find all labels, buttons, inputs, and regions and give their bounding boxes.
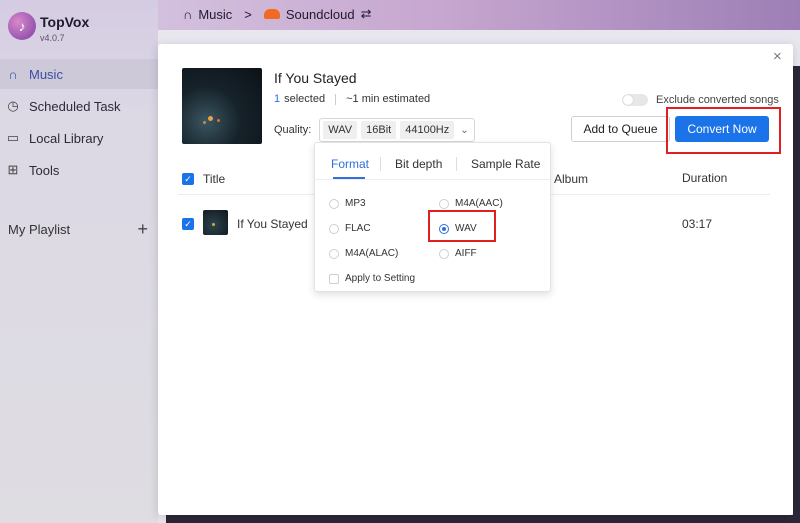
convert-dialog: × If You Stayed 1 selected ~1 min estima… xyxy=(158,44,793,515)
highlight-box xyxy=(428,210,496,242)
app-name: TopVox xyxy=(40,14,90,30)
clock-icon: ◷ xyxy=(7,98,19,113)
add-playlist-button[interactable]: + xyxy=(137,220,148,238)
row-duration: 03:17 xyxy=(682,217,713,231)
breadcrumb-source: Soundcloud xyxy=(285,6,355,22)
headphones-icon: ∩ xyxy=(8,66,18,82)
radio-button[interactable] xyxy=(439,198,449,209)
format-option-m4a-alac[interactable]: M4A(ALAC) xyxy=(329,248,398,259)
sidebar: ♪ TopVox v4.0.7 ∩ Music ◷ Scheduled Task… xyxy=(0,0,158,523)
my-playlist-section: My Playlist + xyxy=(8,220,148,238)
chevron-down-icon[interactable]: ⌄ xyxy=(458,125,470,136)
app-version: v4.0.7 xyxy=(40,33,65,43)
sidebar-item-tools[interactable]: ⊞ Tools xyxy=(0,155,158,185)
sidebar-item-label: Scheduled Task xyxy=(29,98,121,114)
apply-checkbox[interactable] xyxy=(329,273,339,284)
close-icon[interactable]: × xyxy=(773,48,782,65)
radio-button[interactable] xyxy=(329,223,339,234)
divider xyxy=(335,93,337,105)
column-album: Album xyxy=(554,172,589,186)
grid-icon: ⊞ xyxy=(7,162,19,177)
sidebar-item-label: Tools xyxy=(29,162,60,178)
format-option-aiff[interactable]: AIFF xyxy=(439,248,477,259)
format-option-mp3[interactable]: MP3 xyxy=(329,198,366,209)
sidebar-item-label: Music xyxy=(29,66,63,82)
sidebar-item-music[interactable]: ∩ Music xyxy=(0,59,158,89)
sidebar-item-scheduled-task[interactable]: ◷ Scheduled Task xyxy=(0,91,158,121)
format-option-flac[interactable]: FLAC xyxy=(329,223,371,234)
row-checkbox[interactable]: ✓ xyxy=(182,218,194,230)
row-cover xyxy=(203,210,228,235)
exclude-label: Exclude converted songs xyxy=(656,94,779,106)
tab-divider-line xyxy=(315,179,550,180)
selected-label: selected xyxy=(284,93,326,105)
tab-sample-rate[interactable]: Sample Rate xyxy=(471,157,540,171)
format-option-m4a-aac[interactable]: M4A(AAC) xyxy=(439,198,503,209)
background-panel-bottom xyxy=(166,515,800,523)
samplerate-chip: 44100Hz xyxy=(400,121,455,139)
select-all-checkbox[interactable]: ✓ xyxy=(182,173,194,185)
song-title: If You Stayed xyxy=(274,70,357,86)
apply-to-setting[interactable]: Apply to Setting xyxy=(329,273,415,284)
album-cover xyxy=(182,68,262,144)
tab-divider xyxy=(456,157,457,171)
exclude-converted: Exclude converted songs xyxy=(622,94,779,106)
row-title: If You Stayed xyxy=(237,217,308,231)
breadcrumb-music[interactable]: Music xyxy=(198,7,232,22)
chevron-right-icon: > xyxy=(244,6,252,22)
add-to-queue-button[interactable]: Add to Queue xyxy=(571,116,670,142)
quality-label: Quality: xyxy=(274,124,312,136)
format-chip: WAV xyxy=(323,121,358,139)
time-estimate: ~1 min estimated xyxy=(346,93,431,105)
soundcloud-icon xyxy=(263,9,280,19)
switch-source-icon[interactable]: ⇄ xyxy=(361,6,372,22)
tab-bit-depth[interactable]: Bit depth xyxy=(395,157,442,171)
format-label: MP3 xyxy=(345,198,366,209)
quality-row: Quality: WAV 16Bit 44100Hz ⌄ xyxy=(274,118,475,142)
highlight-box xyxy=(666,107,781,154)
tab-divider xyxy=(380,157,381,171)
radio-button[interactable] xyxy=(329,198,339,209)
exclude-toggle[interactable] xyxy=(622,94,648,106)
headphones-icon: ∩ xyxy=(183,6,193,22)
folder-icon: ▭ xyxy=(6,130,20,145)
sidebar-item-label: Local Library xyxy=(29,130,104,146)
format-label: M4A(ALAC) xyxy=(345,248,399,259)
breadcrumb: ∩ Music > Soundcloud ⇄ xyxy=(183,6,371,22)
format-label: AIFF xyxy=(455,248,477,259)
app-logo-icon: ♪ xyxy=(8,12,36,40)
bitdepth-chip: 16Bit xyxy=(361,121,397,139)
sidebar-item-local-library[interactable]: ▭ Local Library xyxy=(0,123,158,153)
background-panel xyxy=(793,66,800,523)
format-label: M4A(AAC) xyxy=(455,198,503,209)
my-playlist-label: My Playlist xyxy=(8,222,71,237)
selected-count: 1 xyxy=(274,93,281,105)
radio-button[interactable] xyxy=(439,248,449,259)
radio-button[interactable] xyxy=(329,248,339,259)
format-label: FLAC xyxy=(345,223,371,234)
tab-format[interactable]: Format xyxy=(331,157,369,171)
selection-info: 1 selected ~1 min estimated xyxy=(274,93,430,105)
apply-label: Apply to Setting xyxy=(345,273,416,284)
quality-select[interactable]: WAV 16Bit 44100Hz ⌄ xyxy=(319,118,475,142)
column-duration: Duration xyxy=(682,171,728,185)
column-title: Title xyxy=(203,172,226,186)
